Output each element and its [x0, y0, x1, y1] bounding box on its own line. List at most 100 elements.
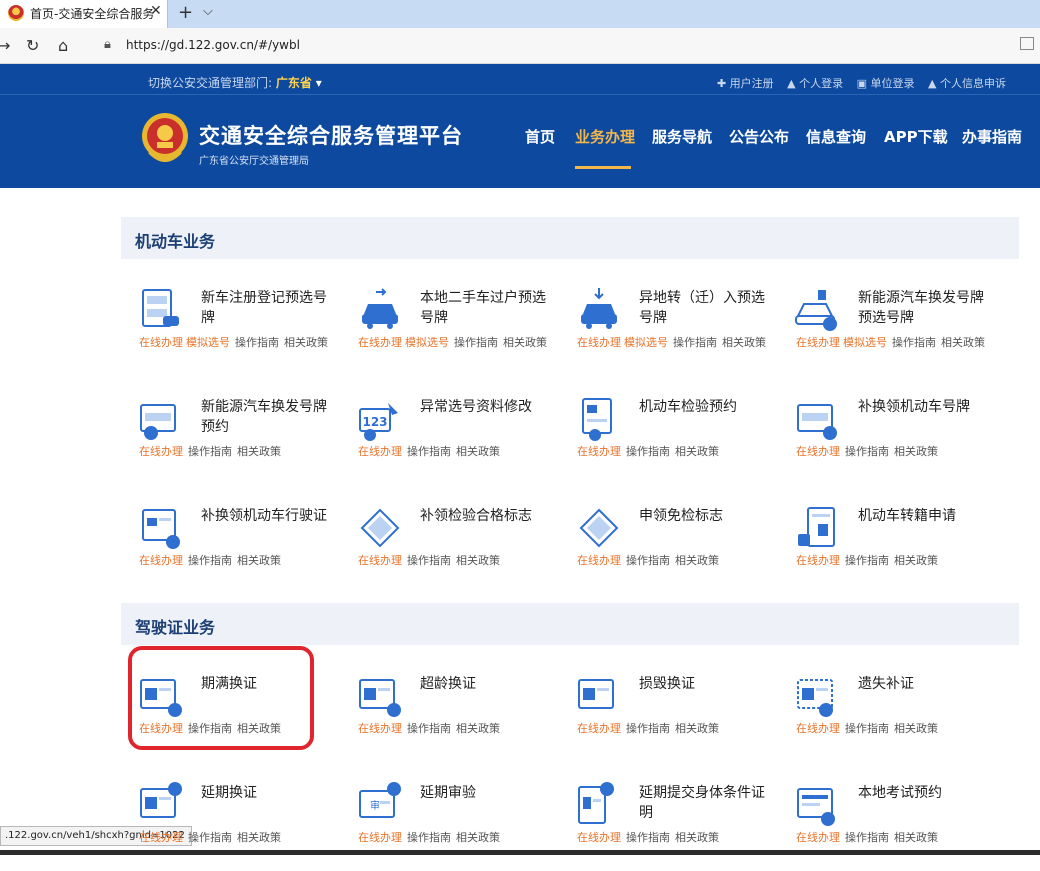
nav-announcements[interactable]: 公告公布	[729, 126, 789, 147]
simulate-plate-link[interactable]: 模拟选号	[624, 336, 668, 349]
operation-guide-link[interactable]: 操作指南	[845, 722, 889, 735]
service-item[interactable]: 123 异常选号资料修改 在线办理 操作指南 相关政策	[340, 395, 555, 485]
related-policy-link[interactable]: 相关政策	[456, 722, 500, 735]
operation-guide-link[interactable]: 操作指南	[407, 445, 451, 458]
region-switcher[interactable]: 切换公安交通管理部门: 广东省 ▾	[148, 74, 322, 91]
nav-info-query[interactable]: 信息查询	[806, 126, 866, 147]
nav-business[interactable]: 业务办理	[575, 126, 635, 147]
online-apply-link[interactable]: 在线办理	[577, 445, 621, 458]
reading-view-icon[interactable]	[1020, 37, 1034, 50]
related-policy-link[interactable]: 相关政策	[675, 831, 719, 844]
service-item[interactable]: 延期换证在线办理 操作指南 相关政策	[121, 781, 336, 871]
service-item[interactable]: 新能源汽车换发号牌预约 在线办理 操作指南 相关政策	[121, 395, 336, 485]
service-name[interactable]: 本地二手车过户预选号牌	[420, 288, 548, 328]
online-apply-link[interactable]: 在线办理	[139, 336, 183, 349]
forward-arrow-icon[interactable]: →	[0, 36, 10, 55]
operation-guide-link[interactable]: 操作指南	[673, 336, 717, 349]
operation-guide-link[interactable]: 操作指南	[626, 554, 670, 567]
online-apply-link[interactable]: 在线办理	[358, 336, 402, 349]
related-policy-link[interactable]: 相关政策	[894, 831, 938, 844]
service-item[interactable]: 审 延期审验 在线办理 操作指南 相关政策	[340, 781, 555, 871]
operation-guide-link[interactable]: 操作指南	[235, 336, 279, 349]
service-item[interactable]: 本地考试预约 在线办理 操作指南 相关政策	[778, 781, 993, 871]
related-policy-link[interactable]: 相关政策	[237, 831, 281, 844]
online-apply-link[interactable]: 在线办理	[358, 445, 402, 458]
service-item[interactable]: 机动车转籍申请在线办理 操作指南 相关政策	[778, 504, 993, 594]
online-apply-link[interactable]: 在线办理	[139, 831, 183, 844]
service-name[interactable]: 补领检验合格标志	[420, 506, 548, 526]
service-item[interactable]: 本地二手车过户预选号牌 在线办理 模拟选号 操作指南 相关政策	[340, 286, 555, 376]
simulate-plate-link[interactable]: 模拟选号	[186, 336, 230, 349]
service-item[interactable]: 补领检验合格标志 在线办理 操作指南 相关政策	[340, 504, 555, 594]
service-item[interactable]: 补换领机动车行驶证 在线办理 操作指南 相关政策	[121, 504, 336, 594]
register-link[interactable]: ✚ 用户注册	[717, 77, 774, 90]
service-name[interactable]: 异常选号资料修改	[420, 397, 548, 417]
service-item[interactable]: 新能源汽车换发号牌预选号牌 在线办理 模拟选号 操作指南 相关政策	[778, 286, 993, 376]
service-name[interactable]: 异地转（迁）入预选号牌	[639, 288, 767, 328]
related-policy-link[interactable]: 相关政策	[237, 554, 281, 567]
service-name[interactable]: 申领免检标志	[639, 506, 767, 526]
service-item[interactable]: 异地转（迁）入预选号牌 在线办理 模拟选号 操作指南 相关政策	[559, 286, 774, 376]
service-item[interactable]: 超龄换证在线办理 操作指南 相关政策	[340, 672, 555, 762]
nav-app-download[interactable]: APP下载	[884, 126, 948, 147]
online-apply-link[interactable]: 在线办理	[577, 831, 621, 844]
online-apply-link[interactable]: 在线办理	[358, 722, 402, 735]
personal-login-link[interactable]: ▲ 个人登录	[787, 77, 843, 90]
service-item[interactable]: 申领免检标志 在线办理 操作指南 相关政策	[559, 504, 774, 594]
service-name[interactable]: 机动车检验预约	[639, 397, 767, 417]
service-item[interactable]: 机动车检验预约 在线办理 操作指南 相关政策	[559, 395, 774, 485]
online-apply-link[interactable]: 在线办理	[796, 336, 840, 349]
online-apply-link[interactable]: 在线办理	[139, 722, 183, 735]
service-item[interactable]: 新车注册登记预选号牌 在线办理 模拟选号 操作指南 相关政策	[121, 286, 336, 376]
online-apply-link[interactable]: 在线办理	[358, 831, 402, 844]
home-icon[interactable]: ⌂	[58, 36, 68, 55]
url-text[interactable]: https://gd.122.gov.cn/#/ywbl	[126, 38, 300, 52]
related-policy-link[interactable]: 相关政策	[941, 336, 985, 349]
online-apply-link[interactable]: 在线办理	[358, 554, 402, 567]
operation-guide-link[interactable]: 操作指南	[188, 554, 232, 567]
related-policy-link[interactable]: 相关政策	[675, 445, 719, 458]
close-tab-icon[interactable]: ✕	[150, 3, 162, 19]
service-name[interactable]: 补换领机动车号牌	[858, 397, 986, 417]
service-name[interactable]: 本地考试预约	[858, 783, 986, 803]
info-appeal-link[interactable]: ▲ 个人信息申诉	[928, 77, 1006, 90]
related-policy-link[interactable]: 相关政策	[722, 336, 766, 349]
operation-guide-link[interactable]: 操作指南	[188, 831, 232, 844]
service-item[interactable]: 期满换证 在线办理 操作指南 相关政策	[121, 672, 336, 762]
related-policy-link[interactable]: 相关政策	[675, 722, 719, 735]
related-policy-link[interactable]: 相关政策	[456, 554, 500, 567]
service-item[interactable]: 遗失补证 在线办理 操作指南 相关政策	[778, 672, 993, 762]
operation-guide-link[interactable]: 操作指南	[407, 722, 451, 735]
online-apply-link[interactable]: 在线办理	[796, 554, 840, 567]
online-apply-link[interactable]: 在线办理	[796, 831, 840, 844]
related-policy-link[interactable]: 相关政策	[503, 336, 547, 349]
online-apply-link[interactable]: 在线办理	[139, 445, 183, 458]
operation-guide-link[interactable]: 操作指南	[626, 831, 670, 844]
online-apply-link[interactable]: 在线办理	[577, 722, 621, 735]
service-name[interactable]: 延期换证	[201, 783, 329, 803]
service-item[interactable]: 延期提交身体条件证明 在线办理 操作指南 相关政策	[559, 781, 774, 871]
related-policy-link[interactable]: 相关政策	[237, 445, 281, 458]
nav-service-guide-docs[interactable]: 办事指南	[962, 126, 1022, 147]
service-name[interactable]: 损毁换证	[639, 674, 767, 694]
related-policy-link[interactable]: 相关政策	[894, 722, 938, 735]
operation-guide-link[interactable]: 操作指南	[188, 445, 232, 458]
region-value[interactable]: 广东省	[276, 76, 312, 90]
operation-guide-link[interactable]: 操作指南	[845, 445, 889, 458]
service-name[interactable]: 延期审验	[420, 783, 548, 803]
online-apply-link[interactable]: 在线办理	[796, 722, 840, 735]
related-policy-link[interactable]: 相关政策	[894, 554, 938, 567]
company-login-link[interactable]: ▣ 单位登录	[857, 77, 915, 90]
related-policy-link[interactable]: 相关政策	[456, 445, 500, 458]
new-tab-button[interactable]: +	[178, 2, 193, 23]
online-apply-link[interactable]: 在线办理	[139, 554, 183, 567]
operation-guide-link[interactable]: 操作指南	[454, 336, 498, 349]
service-name[interactable]: 机动车转籍申请	[858, 506, 986, 526]
operation-guide-link[interactable]: 操作指南	[845, 554, 889, 567]
related-policy-link[interactable]: 相关政策	[894, 445, 938, 458]
simulate-plate-link[interactable]: 模拟选号	[843, 336, 887, 349]
refresh-icon[interactable]: ↻	[26, 36, 39, 55]
related-policy-link[interactable]: 相关政策	[675, 554, 719, 567]
service-name[interactable]: 超龄换证	[420, 674, 548, 694]
service-name[interactable]: 新能源汽车换发号牌预选号牌	[858, 288, 986, 328]
